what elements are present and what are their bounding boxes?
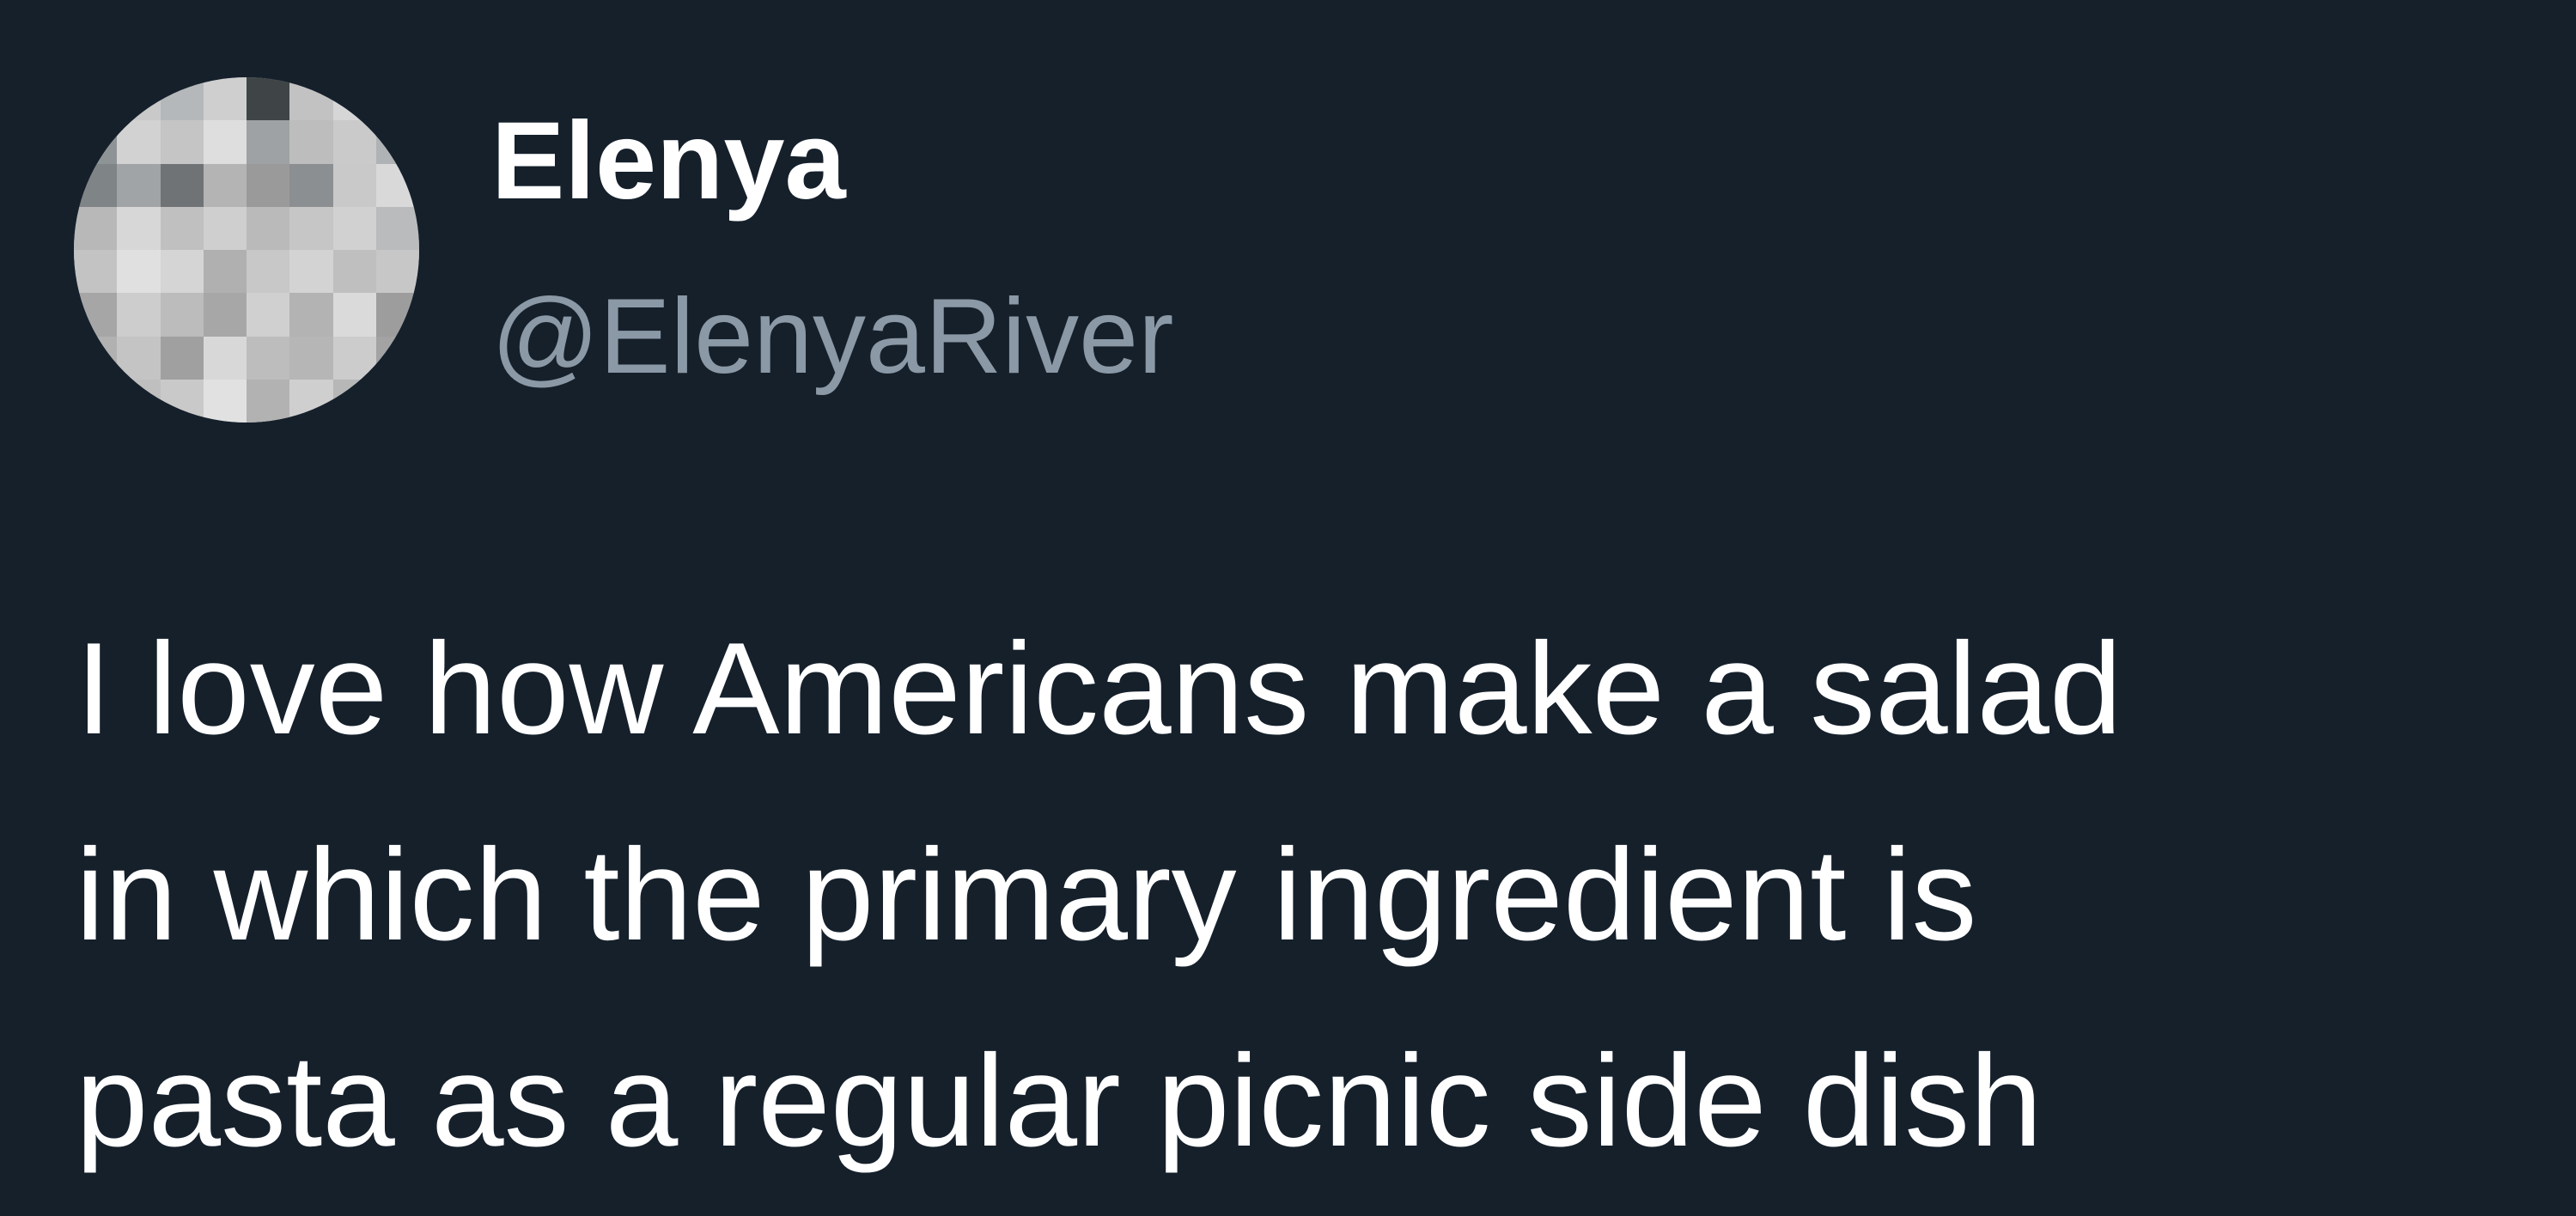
avatar[interactable] <box>74 77 419 423</box>
display-name[interactable]: Elenya <box>491 106 846 216</box>
tweet-text: I love how Americans make a salad in whi… <box>76 586 2532 1204</box>
tweet-card: Elenya @ElenyaRiver I love how Americans… <box>0 0 2576 1216</box>
tweet-text-line: I love how Americans make a salad <box>76 616 2122 762</box>
tweet-text-line: pasta as a regular picnic side dish <box>76 1028 2043 1174</box>
pixelated-avatar-icon <box>74 77 419 423</box>
tweet-text-line: in which the primary ingredient is <box>76 822 1977 968</box>
user-handle[interactable]: @ElenyaRiver <box>491 283 1173 390</box>
